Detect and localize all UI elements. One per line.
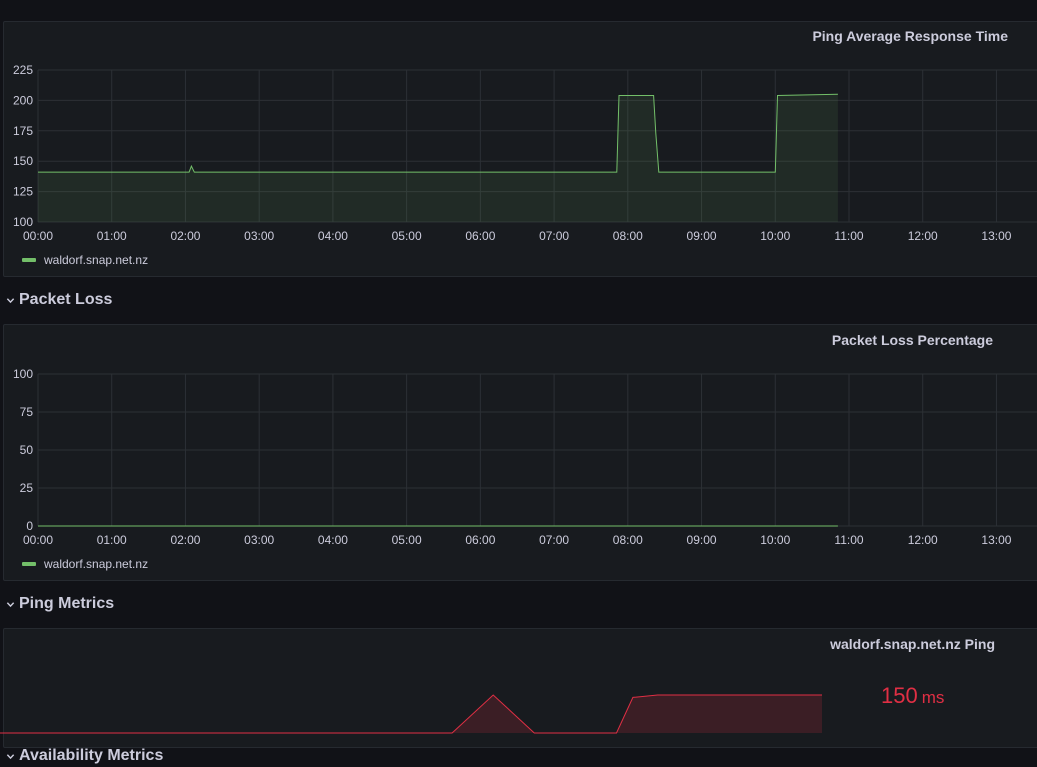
ping-stat-value: 150 ms [881,683,944,709]
x-tick-label: 02:00 [170,533,200,547]
stat-unit: ms [921,688,945,707]
ping-stat-panel-title[interactable]: waldorf.snap.net.nz Ping [830,636,995,652]
x-tick-label: 07:00 [539,229,569,243]
y-tick-label: 75 [20,405,34,419]
x-tick-label: 07:00 [539,533,569,547]
legend-swatch [22,562,36,566]
legend-label: waldorf.snap.net.nz [44,253,149,267]
x-tick-label: 05:00 [392,229,422,243]
row-ping-metrics-label: Ping Metrics [19,595,115,612]
row-availability-metrics[interactable]: Availability Metrics [6,745,163,767]
x-tick-label: 08:00 [613,229,643,243]
y-tick-label: 25 [20,481,34,495]
chevron-down-icon [6,601,15,607]
x-tick-label: 13:00 [981,533,1011,547]
y-tick-label: 175 [13,124,33,138]
x-tick-label: 04:00 [318,229,348,243]
series-line [38,93,838,173]
response-time-chart[interactable]: 00:00 01:00 02:00 03:00 04:00 05:00 06:00 07:00… [0,60,1037,250]
x-tick-label: 03:00 [244,533,274,547]
y-tick-label: 125 [13,185,33,199]
chevron-down-icon [6,297,15,303]
x-tick-label: 01:00 [97,229,127,243]
packet-loss-chart[interactable]: 00:00 01:00 02:00 03:00 04:00 05:00 06:00 07:00… [0,364,1037,554]
series-area [38,94,838,222]
row-availability-metrics-label: Availability Metrics [19,747,164,764]
y-tick-label: 225 [13,63,33,77]
x-tick-label: 08:00 [613,533,643,547]
x-tick-label: 13:00 [981,229,1011,243]
y-tick-label: 50 [20,443,34,457]
y-tick-label: 0 [26,519,33,533]
y-tick-label: 100 [13,215,33,229]
x-tick-label: 06:00 [465,229,495,243]
stat-number: 150 [881,683,918,708]
packet-loss-legend[interactable]: waldorf.snap.net.nz [22,557,148,571]
sparkline-area [0,695,822,733]
x-tick-label: 06:00 [465,533,495,547]
x-tick-label: 10:00 [760,533,790,547]
legend-label: waldorf.snap.net.nz [44,557,149,571]
x-tick-label: 12:00 [908,229,938,243]
x-tick-label: 09:00 [687,533,717,547]
x-tick-label: 12:00 [908,533,938,547]
legend-swatch [22,258,36,262]
x-tick-label: 11:00 [834,533,863,547]
x-tick-label: 00:00 [23,533,53,547]
response-time-panel-title[interactable]: Ping Average Response Time [812,28,1008,44]
y-tick-label: 200 [13,93,33,107]
x-tick-label: 02:00 [170,229,200,243]
response-time-legend[interactable]: waldorf.snap.net.nz [22,253,148,267]
x-tick-label: 10:00 [760,229,790,243]
y-tick-label: 150 [13,154,33,168]
x-tick-label: 11:00 [834,229,863,243]
chevron-down-icon [6,753,15,759]
x-tick-label: 04:00 [318,533,348,547]
x-tick-label: 03:00 [244,229,274,243]
x-tick-label: 05:00 [392,533,422,547]
x-tick-label: 00:00 [23,229,53,243]
row-ping-metrics[interactable]: Ping Metrics [6,593,114,615]
row-packet-loss[interactable]: Packet Loss [6,289,112,311]
y-tick-label: 100 [13,367,33,381]
packet-loss-panel-title[interactable]: Packet Loss Percentage [832,332,993,348]
row-packet-loss-label: Packet Loss [19,291,113,308]
x-tick-label: 09:00 [687,229,717,243]
x-tick-label: 01:00 [97,533,127,547]
ping-sparkline [0,694,822,734]
